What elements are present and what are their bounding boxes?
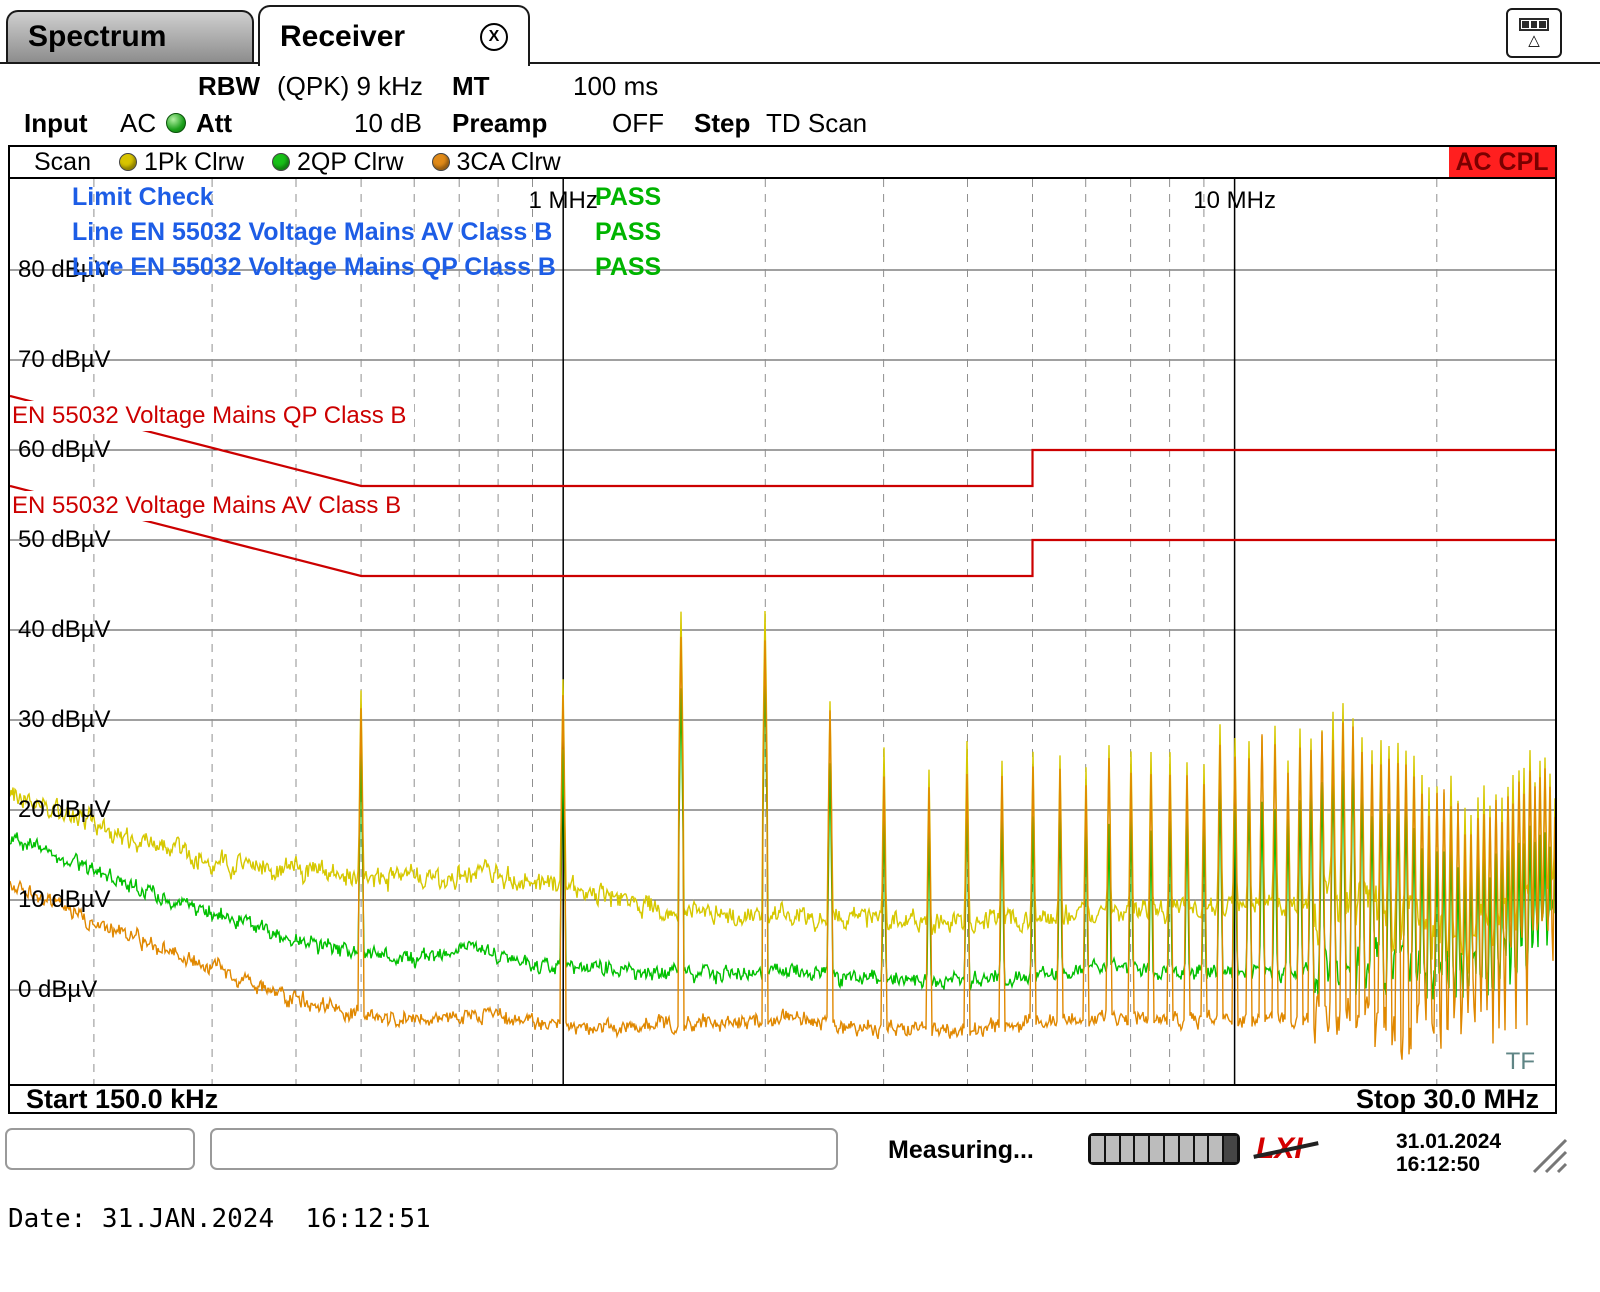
resize-grip[interactable] bbox=[1526, 1132, 1570, 1176]
progress-segment bbox=[1209, 1136, 1222, 1162]
spectrum-plot: Limit Check PASS Line EN 55032 Voltage M… bbox=[10, 179, 1555, 1084]
mt-label: MT bbox=[452, 71, 490, 102]
progress-segment bbox=[1091, 1136, 1104, 1162]
limit-check-title: Limit Check bbox=[72, 183, 214, 216]
scan-title: Scan bbox=[34, 148, 91, 177]
rbw-label: RBW bbox=[198, 71, 260, 102]
limit-check-av-result: PASS bbox=[595, 218, 661, 247]
smartgrid-button[interactable]: △ bbox=[1506, 8, 1562, 58]
progress-segment bbox=[1224, 1136, 1237, 1162]
status-date: 31.01.2024 bbox=[1396, 1130, 1501, 1153]
trace-legend-3ca[interactable]: 3CA Clrw bbox=[432, 148, 561, 177]
ac-coupling-led-icon bbox=[166, 113, 186, 133]
start-frequency[interactable]: Start 150.0 kHz bbox=[26, 1084, 218, 1115]
progress-segment bbox=[1135, 1136, 1148, 1162]
y-axis-label: 40 dBµV bbox=[18, 616, 111, 644]
limit-check-panel: Limit Check PASS Line EN 55032 Voltage M… bbox=[72, 183, 832, 288]
y-axis-label: 60 dBµV bbox=[18, 436, 111, 464]
input-label: Input bbox=[24, 108, 88, 139]
trace-legend-1pk[interactable]: 1Pk Clrw bbox=[119, 148, 244, 177]
frequency-axis-bar: Start 150.0 kHz Stop 30.0 MHz bbox=[10, 1084, 1555, 1112]
scan-window: Scan 1Pk Clrw 2QP Clrw 3CA Clrw AC CPL L… bbox=[8, 145, 1557, 1114]
tab-spectrum-label: Spectrum bbox=[28, 20, 166, 54]
trace1-color-icon bbox=[119, 153, 137, 171]
input-value[interactable]: AC bbox=[120, 108, 156, 139]
receiver-app: Spectrum Receiver X △ RBW (QPK) 9 kHz MT… bbox=[0, 0, 1600, 1292]
limit-check-title-row: Limit Check PASS bbox=[72, 183, 832, 218]
scan-progress-bar bbox=[1088, 1133, 1240, 1165]
limit-check-qp-result: PASS bbox=[595, 253, 661, 282]
att-label: Att bbox=[196, 108, 232, 139]
limit-check-av-row: Line EN 55032 Voltage Mains AV Class B P… bbox=[72, 218, 832, 253]
tabs-divider bbox=[0, 62, 1600, 64]
report-date-line: Date: 31.JAN.2024 16:12:51 bbox=[8, 1204, 431, 1234]
trace2-label: 2QP Clrw bbox=[297, 148, 404, 177]
tab-spectrum[interactable]: Spectrum bbox=[6, 10, 254, 62]
triangle-icon: △ bbox=[1528, 33, 1540, 48]
status-time: 16:12:50 bbox=[1396, 1153, 1501, 1176]
progress-segment bbox=[1150, 1136, 1163, 1162]
window-icon bbox=[1519, 18, 1549, 31]
y-axis-label: 50 dBµV bbox=[18, 526, 111, 554]
trace-legend-2qp[interactable]: 2QP Clrw bbox=[272, 148, 404, 177]
preamp-value[interactable]: OFF bbox=[612, 108, 664, 139]
limit-line-label: EN 55032 Voltage Mains QP Class B bbox=[10, 401, 414, 431]
limit-check-qp-row: Line EN 55032 Voltage Mains QP Class B P… bbox=[72, 253, 832, 288]
tab-receiver[interactable]: Receiver X bbox=[258, 5, 530, 66]
att-value[interactable]: 10 dB bbox=[354, 108, 422, 139]
trace-canvas bbox=[10, 179, 1555, 1084]
trace3-color-icon bbox=[432, 153, 450, 171]
x-axis-label: 10 MHz bbox=[1193, 187, 1276, 215]
limit-check-qp-label: Line EN 55032 Voltage Mains QP Class B bbox=[72, 253, 556, 286]
trace2-color-icon bbox=[272, 153, 290, 171]
y-axis-label: 0 dBµV bbox=[18, 976, 97, 1004]
preamp-label: Preamp bbox=[452, 108, 547, 139]
rbw-value[interactable]: (QPK) 9 kHz bbox=[277, 71, 423, 102]
progress-segment bbox=[1195, 1136, 1208, 1162]
progress-segment bbox=[1165, 1136, 1178, 1162]
progress-segment bbox=[1106, 1136, 1119, 1162]
y-axis-label: 10 dBµV bbox=[18, 886, 111, 914]
stop-frequency[interactable]: Stop 30.0 MHz bbox=[1356, 1084, 1539, 1115]
y-axis-label: 70 dBµV bbox=[18, 346, 111, 374]
progress-segment bbox=[1180, 1136, 1193, 1162]
lxi-status-icon: LXI bbox=[1256, 1131, 1318, 1167]
mt-value[interactable]: 100 ms bbox=[573, 71, 658, 102]
step-label: Step bbox=[694, 108, 750, 139]
tab-receiver-label: Receiver bbox=[280, 20, 405, 54]
scan-header: Scan 1Pk Clrw 2QP Clrw 3CA Clrw AC CPL bbox=[10, 147, 1555, 179]
progress-segment bbox=[1121, 1136, 1134, 1162]
datetime-display: 31.01.2024 16:12:50 bbox=[1396, 1130, 1501, 1176]
step-value[interactable]: TD Scan bbox=[766, 108, 867, 139]
softkey-box-1 bbox=[5, 1128, 195, 1170]
limit-check-av-label: Line EN 55032 Voltage Mains AV Class B bbox=[72, 218, 552, 251]
ac-coupling-badge: AC CPL bbox=[1449, 147, 1555, 177]
trace1-label: 1Pk Clrw bbox=[144, 148, 244, 177]
y-axis-label: 30 dBµV bbox=[18, 706, 111, 734]
trace3-label: 3CA Clrw bbox=[457, 148, 561, 177]
limit-check-result: PASS bbox=[595, 183, 661, 212]
softkey-box-2 bbox=[210, 1128, 838, 1170]
limit-line-label: EN 55032 Voltage Mains AV Class B bbox=[10, 491, 409, 521]
y-axis-label: 20 dBµV bbox=[18, 796, 111, 824]
tab-close-icon[interactable]: X bbox=[480, 23, 508, 51]
measurement-status: Measuring... bbox=[888, 1136, 1034, 1165]
transducer-indicator: TF bbox=[1506, 1048, 1535, 1076]
trace-3ca-clrw bbox=[10, 637, 1555, 1060]
